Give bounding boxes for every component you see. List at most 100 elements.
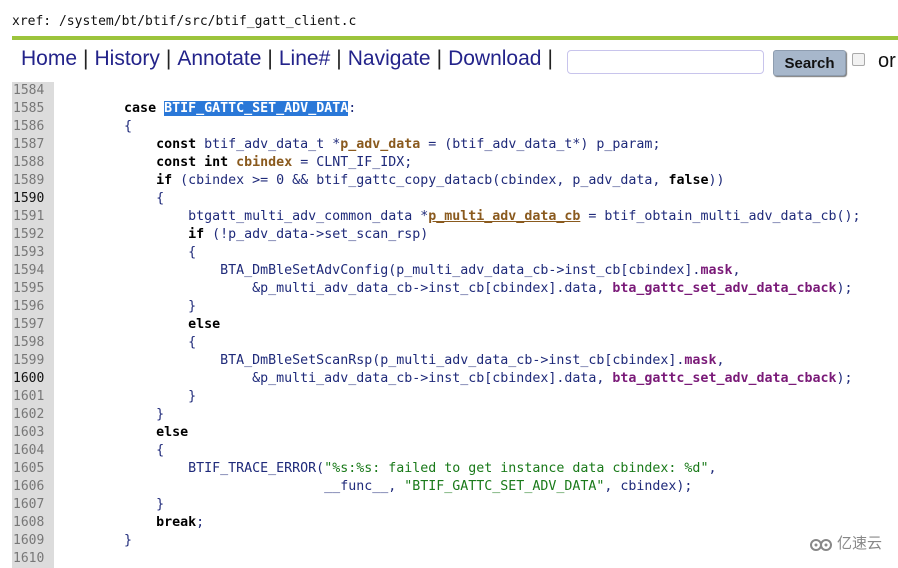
code-token: btgatt_multi_adv_common_data * [60, 209, 429, 224]
code-token: , [708, 461, 717, 476]
nav-separator: | [267, 47, 273, 70]
code-token[interactable]: cbindex [236, 155, 292, 170]
line-number[interactable]: 1592 [12, 226, 54, 244]
code-token: )) [708, 173, 725, 188]
line-number[interactable]: 1603 [12, 424, 54, 442]
code-text: btgatt_multi_adv_common_data *p_multi_ad… [60, 208, 860, 226]
line-number[interactable]: 1591 [12, 208, 54, 226]
symbol-link[interactable]: mask [700, 263, 732, 278]
code-token: BTIF_TRACE_ERROR( [60, 461, 325, 476]
line-number[interactable]: 1600 [12, 370, 54, 388]
symbol-link[interactable]: bta_gattc_set_adv_data_cback [612, 371, 836, 386]
nav-link-annotate[interactable]: Annotate [177, 47, 261, 70]
code-token: { [60, 191, 165, 206]
code-text: } [60, 406, 164, 424]
line-number[interactable]: 1593 [12, 244, 54, 262]
code-token: = (btif_adv_data_t*) p_param; [420, 137, 661, 152]
nav-link-line[interactable]: Line# [279, 47, 330, 70]
code-token: (cbindex >= 0 && btif_gattc_copy_datacb(… [172, 173, 669, 188]
code-token: else [188, 317, 221, 332]
code-line: 1589 if (cbindex >= 0 && btif_gattc_copy… [12, 172, 898, 190]
code-token: } [60, 389, 197, 404]
code-text: } [60, 388, 196, 406]
line-number[interactable]: 1610 [12, 550, 54, 568]
line-number[interactable]: 1609 [12, 532, 54, 550]
nav-link-home[interactable]: Home [21, 47, 77, 70]
symbol-link[interactable]: bta_gattc_set_adv_data_cback [612, 281, 836, 296]
code-line: 1601 } [12, 388, 898, 406]
line-number[interactable]: 1594 [12, 262, 54, 280]
nav-separator: | [547, 47, 553, 70]
code-line: 1586 { [12, 118, 898, 136]
code-token: ; [196, 515, 205, 530]
code-token: const [156, 137, 197, 152]
line-number[interactable]: 1586 [12, 118, 54, 136]
code-token: "%s:%s: failed to get instance data cbin… [324, 461, 709, 476]
symbol-link[interactable]: mask [684, 353, 716, 368]
nav-link-history[interactable]: History [95, 47, 160, 70]
nav-link-download[interactable]: Download [448, 47, 541, 70]
nav-link-navigate[interactable]: Navigate [348, 47, 431, 70]
line-number[interactable]: 1605 [12, 460, 54, 478]
line-number[interactable]: 1604 [12, 442, 54, 460]
code-text: } [60, 532, 132, 550]
code-line: 1594 BTA_DmBleSetAdvConfig(p_multi_adv_d… [12, 262, 898, 280]
line-number[interactable]: 1601 [12, 388, 54, 406]
header-divider [12, 36, 898, 40]
code-line: 1592 if (!p_adv_data->set_scan_rsp) [12, 226, 898, 244]
code-line: 1607 } [12, 496, 898, 514]
code-token: = CLNT_IF_IDX; [292, 155, 413, 170]
code-line: 1599 BTA_DmBleSetScanRsp(p_multi_adv_dat… [12, 352, 898, 370]
search-option-checkbox[interactable] [852, 53, 865, 66]
code-token: if [156, 173, 173, 188]
code-token: case [124, 101, 157, 116]
line-number[interactable]: 1597 [12, 316, 54, 334]
line-number[interactable]: 1589 [12, 172, 54, 190]
search-input[interactable] [567, 50, 764, 74]
code-token: { [60, 443, 165, 458]
code-token: break [156, 515, 197, 530]
nav-separator: | [83, 47, 89, 70]
code-token: const int [156, 155, 229, 170]
code-text: else [60, 424, 188, 442]
line-number[interactable]: 1598 [12, 334, 54, 352]
line-number[interactable]: 1607 [12, 496, 54, 514]
line-number[interactable]: 1587 [12, 136, 54, 154]
code-token: "BTIF_GATTC_SET_ADV_DATA" [404, 479, 605, 494]
code-text: &p_multi_adv_data_cb->inst_cb[cbindex].d… [60, 370, 852, 388]
code-token[interactable]: p_adv_data [340, 137, 420, 152]
code-line: 1603 else [12, 424, 898, 442]
code-line: 1596 } [12, 298, 898, 316]
source-code-view: 1584 1585 case BTIF_GATTC_SET_ADV_DATA: 15… [12, 82, 898, 568]
code-text: } [60, 298, 196, 316]
code-token: &p_multi_adv_data_cb->inst_cb[cbindex].d… [60, 371, 613, 386]
line-number[interactable]: 1588 [12, 154, 54, 172]
line-number[interactable]: 1608 [12, 514, 54, 532]
line-number[interactable]: 1602 [12, 406, 54, 424]
search-button[interactable]: Search [773, 50, 846, 76]
code-line: 1584 [12, 82, 898, 100]
or-label: or [878, 50, 896, 72]
code-text: const int cbindex = CLNT_IF_IDX; [60, 154, 412, 172]
nav-bar: Home | History | Annotate | Line# | Navigate | Dow… [21, 47, 559, 71]
nav-separator: | [436, 47, 443, 70]
line-number[interactable]: 1595 [12, 280, 54, 298]
line-number[interactable]: 1585 [12, 100, 54, 118]
line-number[interactable]: 1584 [12, 82, 54, 100]
code-line: 1608 break; [12, 514, 898, 532]
line-number[interactable]: 1599 [12, 352, 54, 370]
line-number[interactable]: 1590 [12, 190, 54, 208]
code-token: { [60, 335, 197, 350]
code-line: 1598 { [12, 334, 898, 352]
code-token: if [188, 227, 205, 242]
code-text: else [60, 316, 220, 334]
line-number[interactable]: 1606 [12, 478, 54, 496]
code-token: BTA_DmBleSetScanRsp(p_multi_adv_data_cb-… [60, 353, 685, 368]
line-number[interactable]: 1596 [12, 298, 54, 316]
symbol-link[interactable]: p_multi_adv_data_cb [428, 209, 580, 224]
